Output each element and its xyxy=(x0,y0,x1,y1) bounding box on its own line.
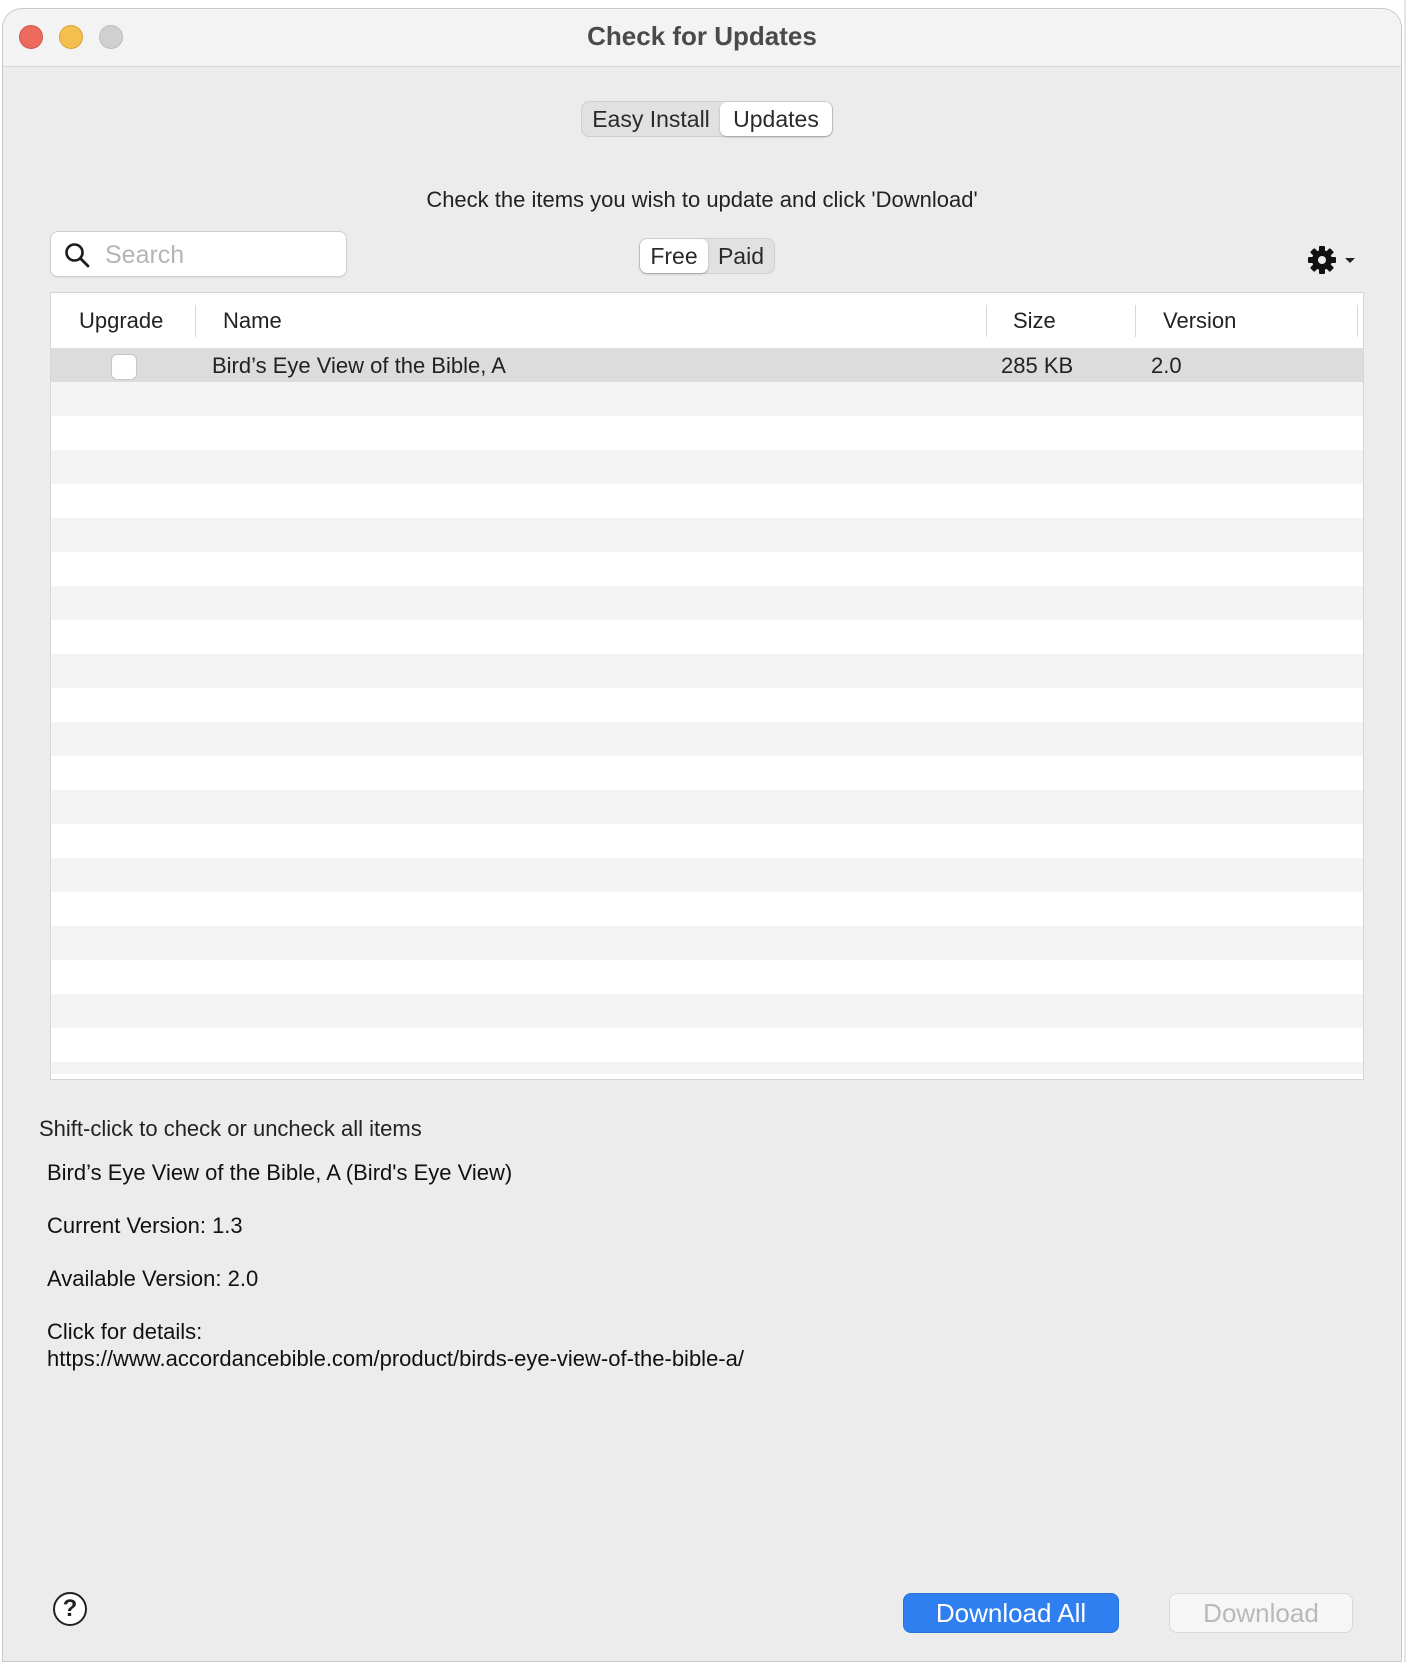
current-version: Current Version: 1.3 xyxy=(47,1213,243,1238)
column-header-version[interactable]: Version xyxy=(1163,293,1236,348)
tab-updates[interactable]: Updates xyxy=(720,102,832,136)
window-title: Check for Updates xyxy=(587,21,817,51)
details-link[interactable]: https://www.accordancebible.com/product/… xyxy=(47,1345,744,1373)
action-menu-button[interactable] xyxy=(1307,245,1359,279)
filter-free[interactable]: Free xyxy=(640,239,708,273)
filter-paid[interactable]: Paid xyxy=(708,239,774,273)
search-field[interactable] xyxy=(50,231,347,277)
cell-version: 2.0 xyxy=(1151,353,1182,378)
table-row[interactable]: Bird’s Eye View of the Bible, A 285 KB 2… xyxy=(51,348,1363,382)
table-header: Upgrade Name Size Version xyxy=(51,293,1363,348)
instructions-text: Check the items you wish to update and c… xyxy=(426,187,978,212)
cell-name: Bird’s Eye View of the Bible, A xyxy=(212,353,506,378)
tab-easy-install[interactable]: Easy Install xyxy=(582,102,720,136)
search-icon xyxy=(65,243,90,268)
cell-size: 285 KB xyxy=(1001,353,1074,378)
gear-icon xyxy=(1308,246,1336,274)
column-header-size[interactable]: Size xyxy=(1013,293,1056,348)
column-divider[interactable] xyxy=(1135,305,1136,337)
column-divider xyxy=(1357,305,1358,337)
download-button[interactable]: Download xyxy=(1169,1593,1353,1633)
column-header-upgrade[interactable]: Upgrade xyxy=(79,293,163,348)
help-button[interactable]: ? xyxy=(53,1592,87,1626)
titlebar: Check for Updates xyxy=(3,9,1401,67)
chevron-down-icon xyxy=(1345,258,1355,263)
price-filter: Free Paid xyxy=(639,238,775,274)
upgrade-checkbox[interactable] xyxy=(111,354,137,380)
details-title: Bird’s Eye View of the Bible, A (Bird's … xyxy=(47,1160,513,1185)
available-version: Available Version: 2.0 xyxy=(47,1266,259,1291)
column-divider[interactable] xyxy=(195,305,196,337)
help-icon: ? xyxy=(62,1595,78,1622)
mode-tabs: Easy Install Updates xyxy=(581,101,833,137)
empty-table-rows xyxy=(51,382,1363,1074)
download-all-button[interactable]: Download All xyxy=(903,1593,1119,1633)
search-input[interactable] xyxy=(103,238,337,272)
column-divider[interactable] xyxy=(986,305,987,337)
shift-click-hint: Shift-click to check or uncheck all item… xyxy=(39,1116,422,1141)
updates-table: Upgrade Name Size Version Bird’s Eye Vie… xyxy=(50,292,1364,1080)
check-for-updates-window: Check for Updates Easy Install Updates C… xyxy=(2,8,1402,1662)
column-header-name[interactable]: Name xyxy=(223,293,282,348)
click-for-details-label: Click for details: xyxy=(47,1319,203,1344)
